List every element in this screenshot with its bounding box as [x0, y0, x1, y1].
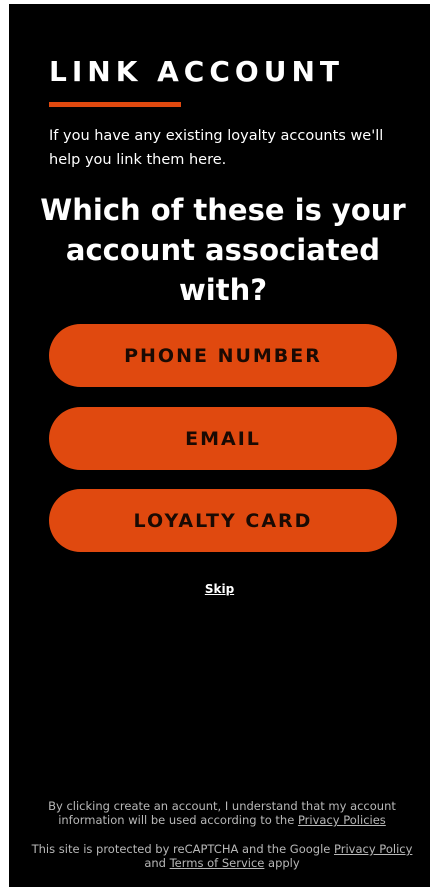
skip-link[interactable]: Skip — [9, 582, 430, 596]
phone-number-button[interactable]: PHONE NUMBER — [49, 324, 397, 387]
privacy-policies-link[interactable]: Privacy Policies — [298, 813, 386, 827]
consent-notice: By clicking create an account, I underst… — [27, 799, 417, 827]
and-text: and — [144, 856, 166, 870]
privacy-policy-link[interactable]: Privacy Policy — [334, 842, 412, 856]
question-heading: Which of these is your account associate… — [40, 193, 406, 307]
title-underline — [49, 102, 181, 107]
loyalty-card-button[interactable]: LOYALTY CARD — [49, 489, 397, 552]
terms-of-service-link[interactable]: Terms of Service — [170, 856, 265, 870]
page-title: LINK ACCOUNT — [49, 55, 344, 88]
apply-text: apply — [268, 856, 300, 870]
recaptcha-notice: This site is protected by reCAPTCHA and … — [27, 842, 417, 870]
link-account-screen: LINK ACCOUNT If you have any existing lo… — [9, 4, 430, 887]
intro-text: If you have any existing loyalty account… — [49, 128, 384, 168]
recaptcha-text: This site is protected by reCAPTCHA and … — [31, 842, 331, 856]
email-button[interactable]: EMAIL — [49, 407, 397, 470]
